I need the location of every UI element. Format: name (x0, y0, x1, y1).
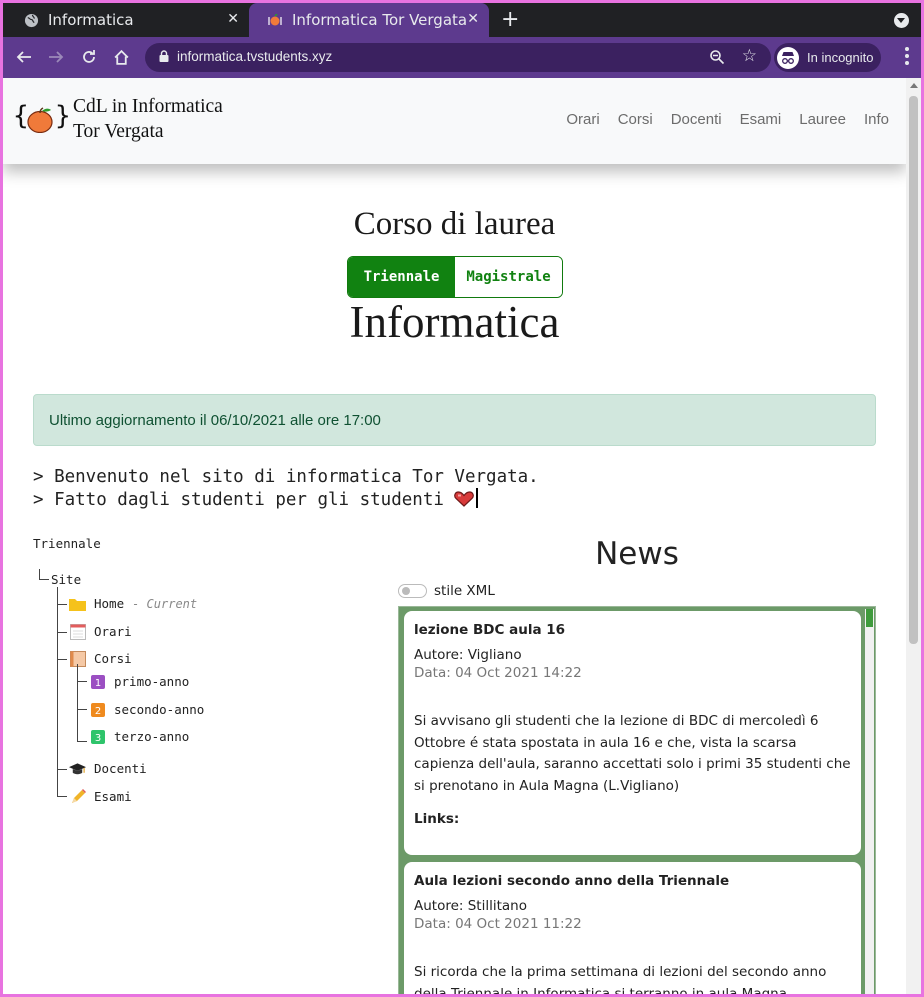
toggle-triennale[interactable]: Triennale (348, 257, 455, 297)
address-bar[interactable]: informatica.tvstudents.xyz ☆ (145, 43, 771, 72)
reload-icon[interactable] (78, 46, 100, 68)
browser-toolbar: informatica.tvstudents.xyz ☆ In incognit… (3, 37, 921, 78)
terminal-line-2: > Fatto dagli studenti per gli studenti (33, 488, 539, 511)
news-item-body: Si ricorda che la prima settimana di lez… (414, 964, 827, 994)
news-scrollbar[interactable] (865, 609, 874, 994)
svg-text:3: 3 (94, 733, 100, 744)
news-item-title: Aula lezioni secondo anno della Triennal… (414, 873, 730, 889)
incognito-icon (777, 46, 799, 69)
page-viewport: { } CdL in Informatica Tor Vergata Orari… (3, 78, 921, 994)
browser-window: Informatica ✕ Informatica Tor Vergata ✕ … (3, 3, 921, 994)
news-item-body: Si avvisano gli studenti che la lezione … (414, 713, 851, 794)
home-icon[interactable] (110, 46, 132, 68)
heart-icon (454, 491, 475, 507)
incognito-badge[interactable]: In incognito (774, 43, 881, 72)
welcome-terminal: > Benvenuto nel sito di informatica Tor … (33, 466, 539, 511)
close-tab-icon[interactable]: ✕ (467, 11, 479, 27)
back-arrow-icon[interactable] (13, 46, 35, 68)
news-title: News (595, 536, 679, 572)
news-scroll-thumb[interactable] (866, 609, 873, 627)
toggle-magistrale[interactable]: Magistrale (455, 257, 562, 297)
browser-menu-icon[interactable] (905, 47, 909, 67)
tree-terzo-anno[interactable]: 3 terzo-anno (89, 728, 189, 745)
tab-informatica-tor-vergata[interactable]: Informatica Tor Vergata ✕ (249, 3, 489, 37)
news-item-title: lezione BDC aula 16 (414, 622, 566, 638)
tab-informatica[interactable]: Informatica ✕ (3, 3, 249, 37)
number-two-icon: 2 (89, 701, 106, 718)
number-three-icon: 3 (89, 728, 106, 745)
site-header: { } CdL in Informatica Tor Vergata Orari… (3, 78, 906, 164)
nav-info[interactable]: Info (864, 111, 889, 128)
degree-toggle: Triennale Magistrale (347, 256, 563, 298)
brand-logo: { } (13, 101, 71, 133)
news-item: Aula lezioni secondo anno della Triennal… (404, 862, 861, 994)
tab-search-chevron-icon[interactable] (894, 13, 909, 28)
tree-orari[interactable]: Orari (69, 623, 132, 640)
news-item-author: Autore: Vigliano (414, 647, 522, 663)
tree-docenti[interactable]: Docenti (69, 760, 147, 777)
brand-title: CdL in Informatica Tor Vergata (73, 96, 223, 142)
nav-lauree[interactable]: Lauree (799, 111, 846, 128)
globe-icon (23, 12, 39, 28)
hero-title-bottom: Informatica (349, 297, 560, 347)
forward-arrow-icon[interactable] (45, 46, 67, 68)
svg-text:2: 2 (94, 706, 100, 717)
peach-icon (27, 107, 53, 133)
tree-home[interactable]: Home - Current (69, 595, 197, 612)
tab-title: Informatica (48, 11, 134, 29)
news-item-date: Data: 04 Oct 2021 11:22 (414, 916, 582, 932)
tree-corsi[interactable]: Corsi (69, 650, 132, 667)
tree-primo-anno[interactable]: 1 primo-anno (89, 673, 189, 690)
current-tag: - Current (132, 596, 198, 611)
news-feed[interactable]: lezione BDC aula 16 Autore: Vigliano Dat… (398, 606, 876, 994)
bookmark-star-icon[interactable]: ☆ (742, 46, 757, 66)
calendar-icon (69, 623, 86, 640)
main-nav: Orari Corsi Docenti Esami Lauree Info (566, 111, 889, 128)
hero-title-top: Corso di laurea (353, 206, 556, 242)
text-cursor (476, 488, 479, 508)
tree-secondo-anno[interactable]: 2 secondo-anno (89, 701, 204, 718)
news-item-author: Autore: Stillitano (414, 898, 527, 914)
number-one-icon: 1 (89, 673, 106, 690)
nav-docenti[interactable]: Docenti (671, 111, 722, 128)
brand-link[interactable]: { } CdL in Informatica Tor Vergata (13, 94, 223, 144)
lock-icon (159, 50, 169, 62)
pencil-icon (69, 788, 86, 805)
folder-icon (69, 595, 86, 612)
xml-style-label: stile XML (434, 583, 495, 599)
xml-style-toggle[interactable]: stile XML (398, 583, 495, 599)
news-item-links: Links: (414, 811, 460, 827)
update-alert: Ultimo aggiornamento il 06/10/2021 alle … (33, 394, 876, 446)
news-item: lezione BDC aula 16 Autore: Vigliano Dat… (404, 611, 861, 855)
peach-favicon-icon (267, 12, 283, 28)
close-tab-icon[interactable]: ✕ (227, 11, 239, 27)
page-scrollbar[interactable] (906, 78, 921, 994)
url-text: informatica.tvstudents.xyz (177, 49, 333, 64)
graduation-cap-icon (69, 760, 86, 777)
zoom-icon[interactable] (709, 49, 725, 65)
tree-root-label: Triennale (33, 536, 101, 551)
news-item-date: Data: 04 Oct 2021 14:22 (414, 665, 582, 681)
terminal-line-1: > Benvenuto nel sito di informatica Tor … (33, 467, 539, 487)
svg-text:1: 1 (94, 678, 100, 689)
nav-corsi[interactable]: Corsi (618, 111, 653, 128)
nav-esami[interactable]: Esami (740, 111, 782, 128)
new-tab-plus-icon[interactable]: + (501, 7, 519, 32)
page-scroll-thumb[interactable] (909, 96, 918, 644)
xml-switch[interactable] (398, 584, 427, 598)
tree-site[interactable]: Site (51, 572, 81, 587)
tree-esami[interactable]: Esami (69, 788, 132, 805)
incognito-label: In incognito (807, 50, 874, 65)
scroll-up-arrow-icon[interactable] (910, 83, 918, 88)
nav-orari[interactable]: Orari (566, 111, 599, 128)
tab-strip: Informatica ✕ Informatica Tor Vergata ✕ … (3, 3, 921, 37)
tab-title: Informatica Tor Vergata (292, 11, 468, 29)
